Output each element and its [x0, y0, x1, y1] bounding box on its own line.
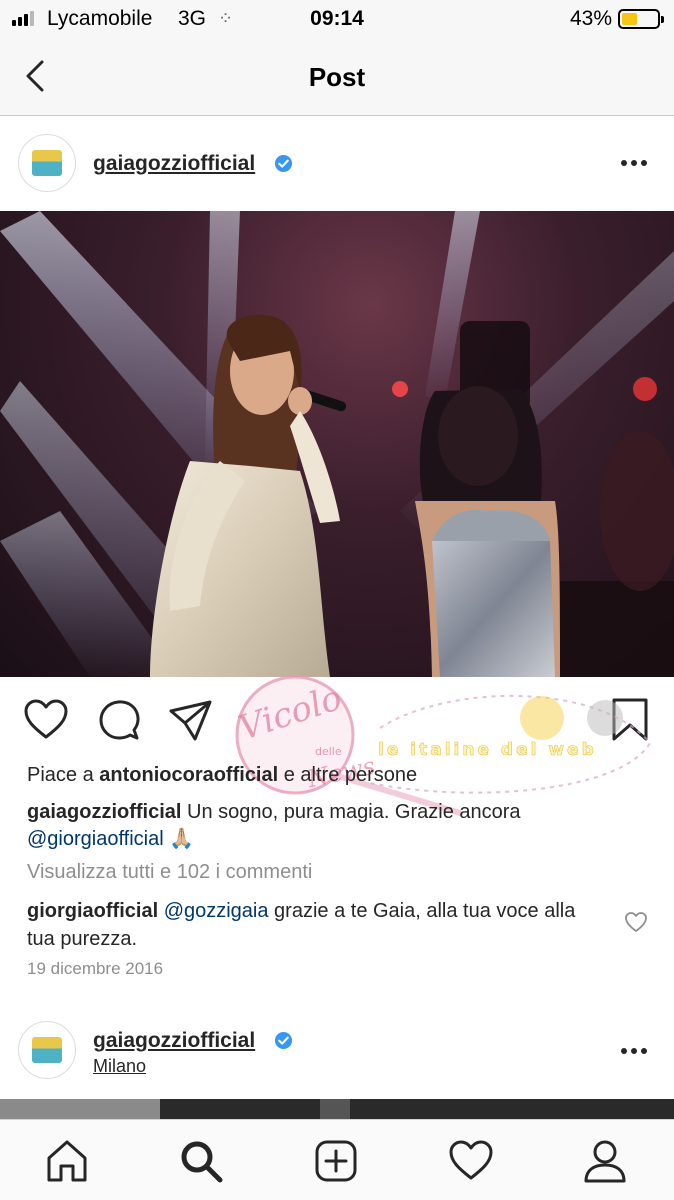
tab-bar [0, 1119, 674, 1200]
activity-heart-icon[interactable] [448, 1138, 494, 1184]
caption-text: Un sogno, pura magia. Grazie ancora [181, 801, 521, 823]
comment-item: giorgiaofficial @gozzigaia grazie a te G… [27, 897, 607, 953]
comment-heart-icon[interactable] [624, 911, 648, 933]
next-post-header: gaiagozziofficial Milano [0, 1003, 674, 1099]
watermark-title: Vicolo [234, 678, 347, 749]
likes-username[interactable]: antoniocoraofficial [99, 764, 278, 786]
caption-mention[interactable]: @giorgiaofficial [27, 828, 164, 850]
comment-username[interactable]: giorgiaofficial [27, 900, 158, 922]
add-post-icon[interactable] [313, 1138, 359, 1184]
comment-icon[interactable] [96, 697, 142, 743]
post-photo[interactable] [0, 211, 674, 677]
watermark-tagline: le italine del web [378, 740, 597, 760]
more-horizontal-icon[interactable] [620, 1047, 648, 1055]
battery-level [622, 13, 637, 25]
profile-icon[interactable] [582, 1138, 628, 1184]
search-icon[interactable] [178, 1138, 224, 1184]
status-bar: Lycamobile 3G ⁘ 09:14 43% [0, 0, 674, 38]
next-post-photo[interactable] [0, 1099, 674, 1119]
next-post-username[interactable]: gaiagozziofficial [93, 1029, 255, 1053]
avatar[interactable] [18, 1021, 76, 1079]
page-title: Post [308, 62, 366, 92]
likes-summary: Piace a antoniocoraofficial e altre pers… [27, 764, 417, 787]
concert-photo [0, 211, 674, 677]
heart-icon[interactable] [23, 697, 69, 743]
bookmark-icon[interactable] [607, 697, 653, 743]
battery-icon [618, 9, 664, 29]
battery-percent: 43% [569, 7, 612, 30]
post-date: 19 dicembre 2016 [27, 959, 164, 978]
view-all-comments-link[interactable]: Visualizza tutti e 102 i commenti [27, 861, 312, 884]
likes-prefix: Piace a [27, 764, 100, 786]
share-icon[interactable] [168, 697, 214, 743]
comment-mention[interactable]: @gozzigaia [164, 900, 269, 922]
avatar[interactable] [18, 134, 76, 192]
post-caption: gaiagozziofficial Un sogno, pura magia. … [27, 799, 657, 853]
home-icon[interactable] [44, 1138, 90, 1184]
post-username[interactable]: gaiagozziofficial [93, 152, 255, 176]
navigation-bar: Post [0, 38, 674, 116]
more-horizontal-icon[interactable] [620, 159, 648, 167]
caption-emoji: 🙏🏼 [163, 828, 195, 850]
likes-suffix[interactable]: e altre persone [278, 764, 417, 786]
caption-username[interactable]: gaiagozziofficial [27, 801, 181, 823]
watermark-sub1: delle [315, 745, 342, 758]
post-header: gaiagozziofficial [0, 116, 674, 212]
verified-badge-icon [274, 1031, 293, 1050]
verified-badge-icon [274, 154, 293, 173]
post-location[interactable]: Milano [93, 1056, 146, 1077]
